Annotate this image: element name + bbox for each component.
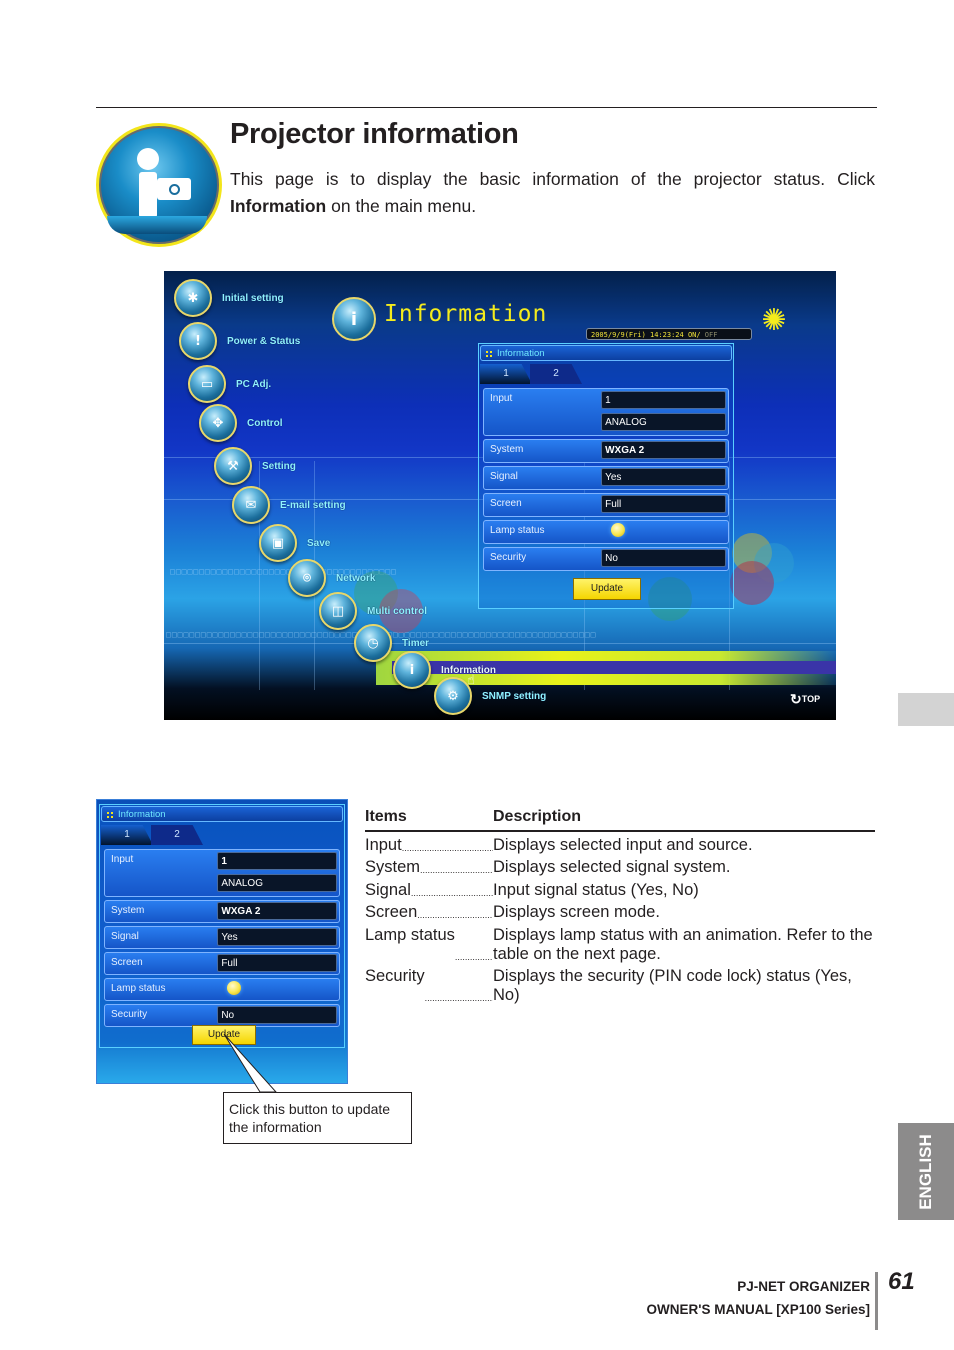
directional-pad-icon: ✥ xyxy=(199,404,237,442)
information-panel: Information 1 2 Input 1 ANALOG System WX… xyxy=(478,343,734,609)
row-security: Security No xyxy=(104,1004,340,1027)
row-system: System WXGA 2 xyxy=(483,439,729,463)
hand-cursor-icon: ☝ xyxy=(467,673,475,688)
top-link[interactable]: ↻TOP xyxy=(790,691,820,708)
update-button[interactable]: Update xyxy=(573,578,641,600)
callout-pointer xyxy=(223,1033,278,1093)
table-row: InputDisplays selected input and source. xyxy=(365,836,875,855)
menu-item-setting[interactable]: ⚒ Setting xyxy=(214,447,296,485)
menu-item-snmp-setting[interactable]: ⚙ SNMP setting xyxy=(434,677,546,715)
clock-icon: ◷ xyxy=(354,624,392,662)
panel-header: Information xyxy=(480,345,732,361)
system-value: WXGA 2 xyxy=(601,441,726,459)
table-row: SecurityDisplays the security (PIN code … xyxy=(365,967,875,1005)
row-security: Security No xyxy=(483,547,729,571)
information-projector-icon xyxy=(96,123,222,247)
datetime-display: 2005/9/9(Fri) 14:23:24 ON/ OFF xyxy=(586,328,752,340)
screen-value: Full xyxy=(601,495,726,513)
monitor-icon: ▭ xyxy=(188,365,226,403)
page-number: 61 xyxy=(888,1268,915,1295)
input-value: 1 xyxy=(601,391,726,409)
information-keyword: Information xyxy=(230,196,327,216)
wrench-icon: ⚒ xyxy=(214,447,252,485)
table-header: Items Description xyxy=(365,808,875,832)
screen-value: Full xyxy=(217,954,337,972)
signal-value: Yes xyxy=(217,928,337,946)
menu-item-initial-setting[interactable]: ✱ Initial setting xyxy=(174,279,284,317)
menu-item-pc-adj[interactable]: ▭ PC Adj. xyxy=(188,365,271,403)
footer-divider xyxy=(875,1272,878,1330)
row-input: Input 1 ANALOG xyxy=(104,849,340,897)
tab-2[interactable]: 2 xyxy=(151,825,203,845)
signal-value: Yes xyxy=(601,468,726,486)
section-marker-tab xyxy=(898,693,954,726)
page-title: Projector information xyxy=(230,118,519,150)
row-signal: Signal Yes xyxy=(483,466,729,490)
main-screenshot: □□□□□□□□□□□□□□□□□□□□□□□□□□□□□□□□□□□□□□□ … xyxy=(164,271,836,720)
table-row: SignalInput signal status (Yes, No) xyxy=(365,881,875,900)
multi-projector-icon: ◫ xyxy=(319,592,357,630)
tab-1[interactable]: 1 xyxy=(101,825,153,845)
row-input: Input 1 ANALOG xyxy=(483,388,729,436)
menu-item-control[interactable]: ✥ Control xyxy=(199,404,283,442)
tab-1[interactable]: 1 xyxy=(480,364,532,384)
information-panel-closeup: Information 1 2 Input 1 ANALOG System WX… xyxy=(99,804,345,1048)
analog-clock-icon: ✺ xyxy=(761,303,787,338)
power-on-toggle[interactable]: ON/ xyxy=(688,331,701,339)
items-description-table: Items Description InputDisplays selected… xyxy=(365,808,875,1005)
footer-text: PJ-NET ORGANIZER OWNER'S MANUAL [XP100 S… xyxy=(646,1279,870,1317)
gear-projector-icon: ✱ xyxy=(174,279,212,317)
screen-title: Information xyxy=(384,301,548,327)
row-screen: Screen Full xyxy=(104,952,340,975)
language-tab: ENGLISH xyxy=(898,1123,954,1220)
row-screen: Screen Full xyxy=(483,493,729,517)
menu-item-email-setting[interactable]: ✉ E-mail setting xyxy=(232,486,346,524)
row-system: System WXGA 2 xyxy=(104,900,340,923)
information-header-icon: i xyxy=(332,297,376,341)
power-off-toggle[interactable]: OFF xyxy=(701,331,718,339)
tab-2[interactable]: 2 xyxy=(530,364,582,384)
security-value: No xyxy=(601,549,726,567)
menu-item-save[interactable]: ▣ Save xyxy=(259,524,330,562)
information-icon: i xyxy=(393,651,431,689)
input-value: 1 xyxy=(217,852,337,870)
panel-header: Information xyxy=(101,806,343,822)
row-signal: Signal Yes xyxy=(104,926,340,949)
input-source-value: ANALOG xyxy=(217,874,337,892)
grid-dots-icon xyxy=(106,811,114,819)
top-rule xyxy=(96,107,877,108)
grid-dots-icon xyxy=(485,350,493,358)
input-source-value: ANALOG xyxy=(601,413,726,431)
row-lamp-status: Lamp status xyxy=(104,978,340,1001)
lamp-bulb-icon xyxy=(610,523,625,537)
security-value: No xyxy=(217,1006,337,1024)
envelope-icon: ✉ xyxy=(232,486,270,524)
table-row: SystemDisplays selected signal system. xyxy=(365,858,875,877)
update-callout: Click this button to update the informat… xyxy=(223,1092,412,1144)
table-row: Lamp statusDisplays lamp status with an … xyxy=(365,926,875,964)
system-value: WXGA 2 xyxy=(217,902,337,920)
power-status-icon: ! xyxy=(179,322,217,360)
intro-text: This page is to display the basic inform… xyxy=(230,169,875,216)
refresh-arrow-icon: ↻ xyxy=(790,691,802,707)
floppy-disk-icon: ▣ xyxy=(259,524,297,562)
table-row: ScreenDisplays screen mode. xyxy=(365,903,875,922)
row-lamp-status: Lamp status xyxy=(483,520,729,544)
lamp-bulb-icon xyxy=(226,981,241,995)
menu-item-power-status[interactable]: ! Power & Status xyxy=(179,322,300,360)
